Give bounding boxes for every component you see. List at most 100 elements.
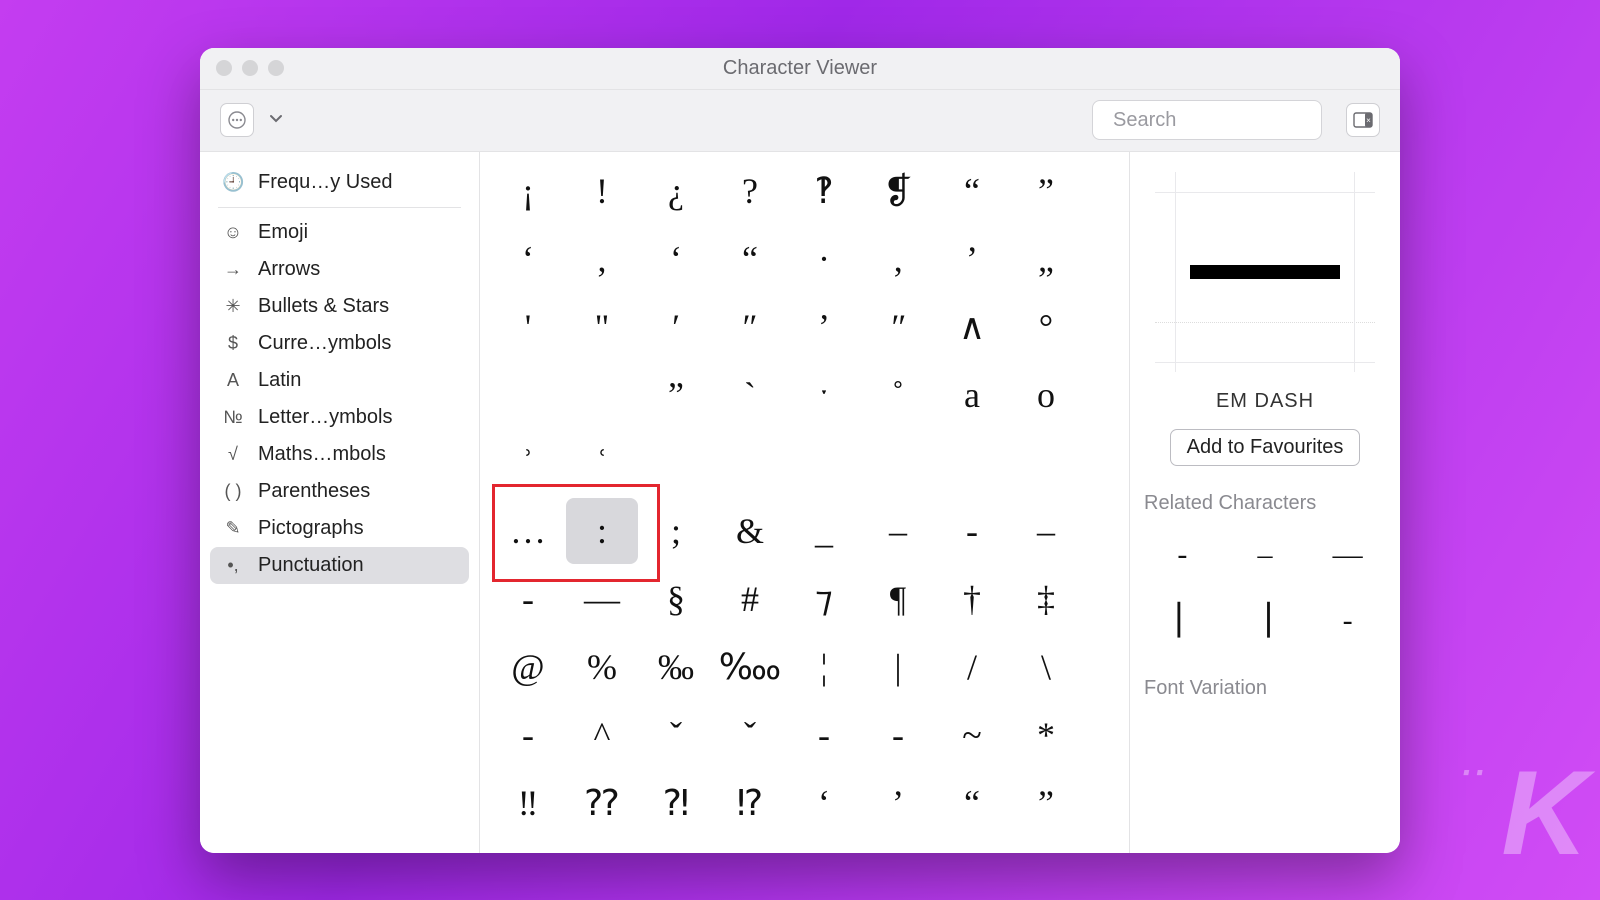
char-cell[interactable]: ‘: [788, 770, 860, 836]
char-cell[interactable]: „: [1010, 226, 1082, 292]
search-field[interactable]: [1092, 100, 1322, 140]
char-cell[interactable]: ‽: [788, 158, 860, 224]
char-cell[interactable]: %: [566, 634, 638, 700]
char-cell[interactable]: ‘: [492, 226, 564, 292]
char-cell[interactable]: ‒: [862, 498, 934, 564]
char-cell[interactable]: ″: [714, 294, 786, 360]
char-cell[interactable]: ʾ: [492, 430, 564, 496]
char-cell[interactable]: [714, 838, 786, 853]
zoom-window-button[interactable]: [268, 60, 284, 76]
sidebar-item-arrows[interactable]: →Arrows: [210, 251, 469, 288]
char-cell[interactable]: ʺ: [862, 294, 934, 360]
char-cell[interactable]: ?: [714, 158, 786, 224]
char-cell[interactable]: †: [936, 566, 1008, 632]
char-cell[interactable]: [640, 430, 712, 496]
char-cell[interactable]: “: [936, 770, 1008, 836]
char-cell[interactable]: [566, 362, 638, 428]
add-to-favourites-button[interactable]: Add to Favourites: [1170, 429, 1361, 466]
char-cell[interactable]: ': [492, 294, 564, 360]
close-window-button[interactable]: [216, 60, 232, 76]
char-cell[interactable]: @: [492, 634, 564, 700]
sidebar-item-letter-ymbols[interactable]: №Letter…ymbols: [210, 399, 469, 436]
char-cell[interactable]: [714, 430, 786, 496]
char-cell[interactable]: [1010, 430, 1082, 496]
char-cell[interactable]: [788, 838, 860, 853]
char-cell[interactable]: ”: [1010, 158, 1082, 224]
char-cell[interactable]: …: [492, 498, 564, 564]
char-cell[interactable]: ‰: [640, 634, 712, 700]
char-cell[interactable]: ❡: [862, 158, 934, 224]
char-cell[interactable]: ′: [640, 294, 712, 360]
char-cell[interactable]: /: [936, 634, 1008, 700]
char-cell[interactable]: ": [566, 294, 638, 360]
char-cell[interactable]: ʼ: [788, 294, 860, 360]
char-cell[interactable]: [862, 430, 934, 496]
char-cell[interactable]: ⁊: [788, 566, 860, 632]
char-cell[interactable]: ‼: [492, 770, 564, 836]
char-cell[interactable]: -: [788, 702, 860, 768]
char-cell[interactable]: #: [714, 566, 786, 632]
related-char[interactable]: ⎜: [1144, 591, 1221, 651]
sidebar-item-curre-ymbols[interactable]: $Curre…ymbols: [210, 325, 469, 362]
options-button[interactable]: [220, 103, 254, 137]
char-cell[interactable]: -: [492, 566, 564, 632]
related-char[interactable]: -: [1309, 591, 1386, 651]
sidebar-item-bullets-stars[interactable]: ✳Bullets & Stars: [210, 288, 469, 325]
char-cell[interactable]: -: [936, 498, 1008, 564]
char-cell[interactable]: ^: [566, 702, 638, 768]
char-cell[interactable]: ⁇: [566, 770, 638, 836]
char-cell[interactable]: ‱: [714, 634, 786, 700]
char-cell[interactable]: ˚: [862, 362, 934, 428]
char-cell[interactable]: ¶: [862, 566, 934, 632]
sidebar-item-pictographs[interactable]: ✎Pictographs: [210, 510, 469, 547]
related-char[interactable]: ⎟: [1227, 591, 1304, 651]
char-cell[interactable]: [862, 838, 934, 853]
char-cell[interactable]: *: [1010, 702, 1082, 768]
sidebar-item-maths-mbols[interactable]: √Maths…mbols: [210, 436, 469, 473]
related-char[interactable]: ‒: [1227, 525, 1304, 585]
char-cell[interactable]: ¿: [640, 158, 712, 224]
char-cell[interactable]: |: [862, 634, 934, 700]
char-cell[interactable]: &: [714, 498, 786, 564]
sidebar-item-latin[interactable]: ALatin: [210, 362, 469, 399]
char-cell[interactable]: ⁈: [640, 770, 712, 836]
related-char[interactable]: ‑: [1144, 525, 1221, 585]
char-cell[interactable]: ‚: [862, 226, 934, 292]
char-cell[interactable]: [936, 430, 1008, 496]
collapse-panel-button[interactable]: ×: [1346, 103, 1380, 137]
minimize-window-button[interactable]: [242, 60, 258, 76]
char-cell[interactable]: ❥: [566, 838, 638, 853]
search-input[interactable]: [1113, 109, 1378, 132]
char-cell[interactable]: ❣: [492, 838, 564, 853]
char-cell[interactable]: ~: [936, 702, 1008, 768]
char-cell[interactable]: ’: [936, 226, 1008, 292]
sidebar-item-emoji[interactable]: ☺Emoji: [210, 214, 469, 251]
char-cell[interactable]: ˑ: [788, 362, 860, 428]
char-cell[interactable]: -: [492, 702, 564, 768]
sidebar-item-punctuation[interactable]: •,Punctuation: [210, 547, 469, 584]
sidebar-item-parentheses[interactable]: ( )Parentheses: [210, 473, 469, 510]
char-cell[interactable]: ’: [862, 770, 934, 836]
char-cell[interactable]: ·: [788, 226, 860, 292]
char-cell[interactable]: ∧: [936, 294, 1008, 360]
char-cell[interactable]: ˇ: [714, 702, 786, 768]
char-cell[interactable]: ǥ: [640, 838, 712, 853]
char-cell[interactable]: ʿ: [566, 430, 638, 496]
char-cell[interactable]: ‘: [640, 226, 712, 292]
char-cell[interactable]: ¦: [788, 634, 860, 700]
char-cell[interactable]: §: [640, 566, 712, 632]
char-cell[interactable]: ˮ: [640, 362, 712, 428]
char-cell[interactable]: —: [566, 566, 638, 632]
char-cell[interactable]: [492, 362, 564, 428]
char-cell[interactable]: –: [1010, 498, 1082, 564]
char-cell[interactable]: [1010, 838, 1082, 853]
char-cell[interactable]: a: [936, 362, 1008, 428]
char-cell[interactable]: _: [788, 498, 860, 564]
char-cell[interactable]: °: [1010, 294, 1082, 360]
char-cell[interactable]: “: [936, 158, 1008, 224]
char-cell[interactable]: “: [714, 226, 786, 292]
char-cell[interactable]: :: [566, 498, 638, 564]
char-cell[interactable]: ‡: [1010, 566, 1082, 632]
char-cell[interactable]: ;: [640, 498, 712, 564]
char-cell[interactable]: [788, 430, 860, 496]
